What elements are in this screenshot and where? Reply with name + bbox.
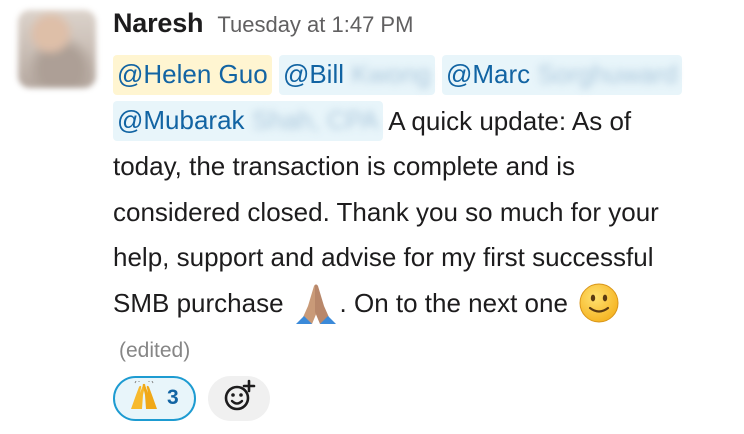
raised-hands-icon (129, 379, 159, 416)
message-text: SMB purchase (113, 287, 284, 318)
mention-marc[interactable]: @Marc Sorghuward (441, 55, 682, 95)
redacted-surname: Kwong (351, 59, 431, 89)
avatar[interactable] (18, 10, 96, 88)
add-reaction-button[interactable] (208, 375, 270, 421)
message-body: @Helen Guo @Bill Kwong @Marc Sorghuward … (113, 53, 733, 327)
message-text: A quick update: As of (388, 105, 632, 136)
add-reaction-icon (222, 379, 256, 418)
slightly-smiling-face-icon (578, 282, 620, 324)
message-timestamp[interactable]: Tuesday at 1:47 PM (217, 12, 413, 38)
message-text: today, the transaction is complete and i… (113, 151, 575, 182)
reactions-bar: 3 (113, 375, 733, 421)
edited-label: (edited) (119, 338, 191, 362)
message-text: help, support and advise for my first su… (113, 242, 654, 273)
message-line: @Mubarak Shah, CPA A quick update: As of (113, 99, 733, 145)
reaction-count: 3 (167, 386, 179, 410)
folded-hands-icon (294, 282, 338, 326)
message-line: SMB purchase . On to the next one (113, 281, 733, 327)
message: Naresh Tuesday at 1:47 PM @Helen Guo @Bi… (113, 8, 733, 421)
message-text: considered closed. Thank you so much for… (113, 196, 659, 227)
message-text: . On to the next one (339, 287, 568, 318)
redacted-surname: Sorghuward (537, 59, 678, 89)
mention-helen[interactable]: @Helen Guo (113, 55, 272, 95)
mention-mubarak[interactable]: @Mubarak Shah, CPA (113, 100, 383, 141)
redacted-surname: Shah, CPA (251, 104, 379, 135)
message-header: Naresh Tuesday at 1:47 PM (113, 8, 733, 50)
reaction-raised-hands[interactable]: 3 (113, 375, 196, 421)
author-name[interactable]: Naresh (113, 8, 204, 39)
mention-bill[interactable]: @Bill Kwong (278, 55, 435, 95)
message-line: @Helen Guo @Bill Kwong @Marc Sorghuward (113, 53, 733, 99)
